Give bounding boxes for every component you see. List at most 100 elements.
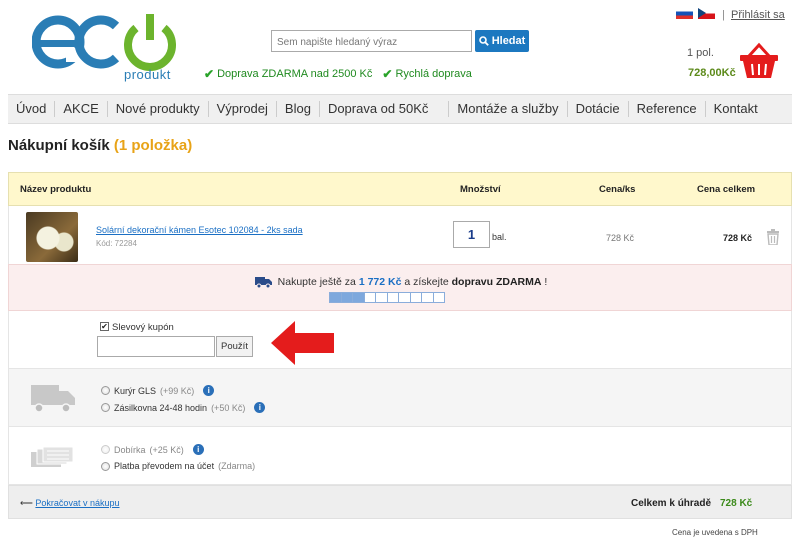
- dobirka-price: (+25 Kč): [149, 444, 184, 455]
- cart-footer: ⟵ Pokračovat v nákupu Celkem k úhradě 72…: [8, 485, 792, 519]
- progress-segment: [353, 293, 365, 302]
- continue-shopping[interactable]: ⟵ Pokračovat v nákupu: [20, 498, 119, 509]
- zasilkovna-price: (+50 Kč): [211, 402, 246, 413]
- red-arrow-icon: [271, 321, 334, 365]
- language-flags: [676, 8, 715, 19]
- progress-segment: [330, 293, 342, 302]
- unit-price: 728 Kč: [606, 233, 635, 243]
- free-shipping-banner: Nakupte ještě za 1 772 Kč a získejte dop…: [8, 264, 792, 311]
- info-icon[interactable]: i: [192, 444, 204, 455]
- nav-item-vyprodej[interactable]: Výprodej: [209, 101, 277, 117]
- shipping-options: Kurýr GLS (+99 Kč) i Zásilkovna 24-48 ho…: [8, 369, 792, 427]
- free-shipping-note: Doprava ZDARMA nad 2500 Kč: [217, 68, 373, 80]
- payment-options: Dobírka (+25 Kč) i Platba převodem na úč…: [8, 427, 792, 485]
- payment-option-prevod[interactable]: Platba převodem na účet (Zdarma): [101, 461, 255, 471]
- basket-icon[interactable]: [739, 42, 779, 80]
- czech-flag-icon[interactable]: [698, 8, 715, 19]
- progress-segment: [365, 293, 376, 302]
- quantity-unit: bal.: [492, 232, 507, 242]
- product-code: Kód: 72284: [96, 239, 137, 248]
- free-middle: a získejte: [404, 276, 449, 288]
- prevod-radio[interactable]: [101, 461, 110, 471]
- shipping-info: ✔ Doprava ZDARMA nad 2500 Kč ✔ Rychlá dopr…: [204, 67, 472, 81]
- page-title-text: Nákupní košík: [8, 137, 110, 154]
- coupon-checkbox[interactable]: ✔: [100, 322, 109, 331]
- logo-subtitle: produkt: [124, 67, 171, 82]
- search-button-label: Hledat: [491, 35, 526, 47]
- zasilkovna-radio[interactable]: [101, 403, 110, 412]
- nav-item-dotacie[interactable]: Dotácie: [568, 101, 629, 117]
- gls-radio[interactable]: [101, 386, 110, 395]
- truck-icon: [254, 277, 272, 288]
- nav-item-nove-produkty[interactable]: Nové produkty: [108, 101, 209, 117]
- check-icon: ✔: [204, 67, 215, 81]
- nav-item-kontakt[interactable]: Kontakt: [706, 101, 766, 117]
- nav-item-montaze[interactable]: Montáže a služby: [449, 101, 568, 117]
- free-bold: dopravu ZDARMA: [451, 276, 542, 288]
- col-product-name: Název produktu: [20, 184, 92, 195]
- product-thumbnail[interactable]: [26, 212, 78, 262]
- col-quantity: Množství: [460, 184, 501, 195]
- trash-icon[interactable]: [766, 229, 780, 245]
- shipping-option-zasilkovna[interactable]: Zásilkovna 24-48 hodin (+50 Kč) i: [101, 402, 266, 413]
- coupon-input[interactable]: [97, 336, 215, 357]
- banknotes-icon: [31, 447, 74, 467]
- arrow-left-icon: ⟵: [20, 498, 33, 508]
- prevod-price: (Zdarma): [218, 461, 256, 471]
- free-shipping-progress: [329, 292, 445, 303]
- progress-segment: [388, 293, 399, 302]
- coupon-section: ✔ Slevový kupón Použít: [8, 311, 792, 369]
- search-icon: [478, 36, 489, 46]
- dobirka-label: Dobírka: [114, 444, 146, 455]
- header-separator: |: [722, 9, 725, 21]
- prevod-label: Platba převodem na účet: [114, 461, 215, 471]
- progress-segment: [376, 293, 388, 302]
- nav-item-doprava[interactable]: Doprava od 50Kč: [320, 101, 450, 117]
- nav-item-blog[interactable]: Blog: [277, 101, 320, 117]
- apply-coupon-button[interactable]: Použít: [216, 336, 253, 357]
- nav-item-reference[interactable]: Reference: [629, 101, 706, 117]
- progress-segment: [341, 293, 353, 302]
- zasilkovna-label: Zásilkovna 24-48 hodin: [114, 402, 208, 413]
- delivery-truck-icon: [31, 385, 75, 413]
- free-amount: 1 772 Kč: [358, 276, 402, 288]
- product-name-link[interactable]: Solární dekorační kámen Esotec 102084 - …: [96, 225, 303, 235]
- cart-count[interactable]: 1 pol.: [687, 47, 714, 59]
- search-button[interactable]: Hledat: [475, 30, 529, 52]
- free-suffix: !: [544, 276, 548, 288]
- nav-item-akce[interactable]: AKCE: [55, 101, 108, 117]
- search-input[interactable]: Sem napište hledaný výraz: [271, 30, 472, 52]
- slovak-flag-icon[interactable]: [676, 8, 693, 19]
- dobirka-radio[interactable]: [101, 445, 110, 454]
- page-title: Nákupní košík (1 položka): [8, 137, 192, 154]
- row-total: 728 Kč: [723, 233, 753, 243]
- progress-segment: [399, 293, 411, 302]
- payment-option-dobirka[interactable]: Dobírka (+25 Kč) i: [101, 444, 204, 455]
- free-shipping-message: Nakupte ještě za 1 772 Kč a získejte dop…: [9, 276, 793, 288]
- item-count: (1 položka): [113, 137, 193, 154]
- col-unit-price: Cena/ks: [599, 184, 636, 195]
- gls-price: (+99 Kč): [160, 385, 195, 396]
- main-navigation: Úvod AKCE Nové produkty Výprodej Blog Do…: [8, 94, 792, 124]
- shipping-option-gls[interactable]: Kurýr GLS (+99 Kč) i: [101, 385, 215, 396]
- check-icon: ✔: [382, 67, 393, 81]
- grand-total-label: Celkem k úhradě: [631, 498, 712, 509]
- coupon-label: Slevový kupón: [112, 322, 174, 333]
- cart-total[interactable]: 728,00Kč: [688, 67, 736, 79]
- table-row: Solární dekorační kámen Esotec 102084 - …: [8, 206, 792, 264]
- info-icon[interactable]: i: [203, 385, 215, 396]
- progress-segment: [411, 293, 422, 302]
- progress-segment: [434, 293, 445, 302]
- quantity-input[interactable]: 1: [453, 221, 490, 248]
- free-prefix: Nakupte ještě za: [277, 276, 356, 288]
- col-total-price: Cena celkem: [697, 184, 756, 195]
- cart-table-header: Název produktu Množství Cena/ks Cena cel…: [8, 172, 792, 206]
- gls-label: Kurýr GLS: [114, 385, 157, 396]
- vat-note: Cena je uvedena s DPH: [672, 528, 758, 537]
- fast-shipping-note: Rychlá doprava: [395, 68, 472, 80]
- info-icon[interactable]: i: [254, 402, 266, 413]
- login-link[interactable]: Přihlásit sa: [731, 9, 785, 21]
- progress-segment: [422, 293, 434, 302]
- nav-item-uvod[interactable]: Úvod: [8, 101, 56, 117]
- continue-shopping-link[interactable]: Pokračovat v nákupu: [35, 498, 119, 508]
